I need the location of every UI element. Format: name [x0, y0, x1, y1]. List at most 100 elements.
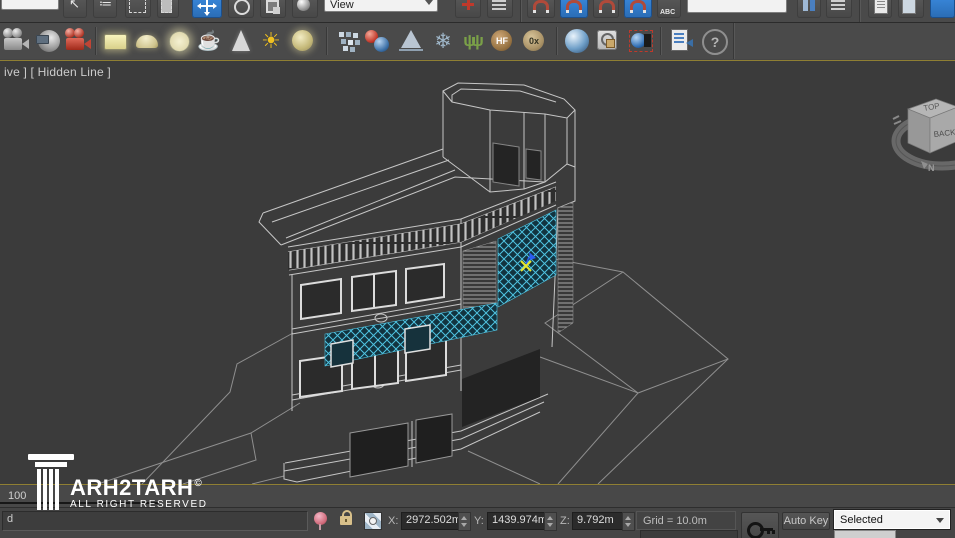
- plane-light-button[interactable]: [100, 26, 130, 56]
- percent-snap-button[interactable]: [593, 0, 619, 18]
- select-by-name-button[interactable]: ≔: [93, 0, 117, 18]
- sphere-light-button[interactable]: [288, 26, 318, 56]
- help-button[interactable]: ?: [699, 26, 729, 56]
- mini-camera-icon: [36, 35, 49, 44]
- z-spinner[interactable]: [622, 512, 635, 531]
- render-setup-button[interactable]: [594, 26, 624, 56]
- magnet-spinner-icon: [630, 0, 646, 12]
- selection-filter-dropdown[interactable]: Selected: [834, 510, 950, 529]
- auto-key-button[interactable]: Auto Key: [782, 512, 830, 530]
- layers-icon: [831, 0, 845, 10]
- camera-sphere-button[interactable]: [34, 26, 64, 56]
- curve-editor-button[interactable]: [930, 0, 955, 18]
- spinner-snap-button[interactable]: [624, 0, 652, 18]
- column-logo: [28, 454, 74, 510]
- move-cross-icon: [192, 0, 222, 18]
- disc-light-button[interactable]: [164, 26, 194, 56]
- end-frame-label: 100: [8, 490, 26, 502]
- viewcube[interactable]: TOP BACK N: [893, 99, 955, 173]
- viewcube-north-label[interactable]: N: [928, 163, 935, 173]
- camera-red-button[interactable]: [64, 26, 94, 56]
- camera-gray-button[interactable]: [2, 26, 32, 56]
- magnet-angle-icon: [566, 0, 582, 12]
- select-object-button[interactable]: ↖: [63, 0, 87, 18]
- chevron-down-icon: [936, 518, 944, 523]
- pyramid-icon: [401, 30, 421, 48]
- prompt-line[interactable]: d: [2, 511, 308, 531]
- select-and-rotate-button[interactable]: [228, 0, 254, 18]
- selection-lock-icon[interactable]: [340, 516, 352, 525]
- rectangular-selection-button[interactable]: [125, 0, 151, 18]
- selection-filter-value: Selected: [840, 514, 883, 526]
- cone-button[interactable]: [226, 26, 256, 56]
- y-spinner[interactable]: [544, 512, 557, 531]
- cone-icon: [232, 30, 250, 51]
- grass-icon: ψψ: [456, 26, 486, 56]
- reference-coordinate-combo[interactable]: View: [324, 0, 438, 12]
- magnet-percent-icon: [599, 0, 615, 12]
- atmospheric-gizmo-button[interactable]: [396, 26, 426, 56]
- foliage-button[interactable]: ψψ: [456, 26, 486, 56]
- dynamics-button[interactable]: [362, 26, 392, 56]
- watermark-subtitle: ALL RIGHT RESERVED: [70, 499, 208, 510]
- spiky-ball-icon: ❄: [428, 26, 458, 56]
- y-coordinate-field[interactable]: 1439.974m: [487, 512, 548, 530]
- absolute-mode-icon[interactable]: [364, 512, 382, 530]
- select-and-move-button[interactable]: [192, 0, 222, 18]
- hair-fur-button[interactable]: HF: [487, 26, 517, 56]
- select-and-manipulate-button[interactable]: [455, 0, 481, 18]
- magnet-icon: [533, 0, 549, 12]
- window-crossing-icon: [161, 0, 172, 13]
- sun-light-button[interactable]: ☀: [256, 26, 286, 56]
- rotate-icon: [234, 0, 250, 15]
- glow-disc-icon: [169, 31, 190, 52]
- z-label: Z:: [560, 515, 570, 527]
- viewport-label[interactable]: ive ] [ Hidden Line ]: [4, 65, 111, 79]
- window-crossing-button[interactable]: [157, 0, 179, 18]
- dome-light-button[interactable]: [132, 26, 162, 56]
- louver-strip: [558, 202, 573, 333]
- 3dsmax-window: ↖ ≔ View ABC: [0, 0, 955, 538]
- layer-manager-button[interactable]: [826, 0, 852, 18]
- y-label: Y:: [474, 515, 484, 527]
- render-region-icon: [629, 30, 653, 52]
- snaps-toggle-button[interactable]: [527, 0, 555, 18]
- z-coordinate-field[interactable]: 9.792m: [572, 512, 626, 530]
- perspective-viewport[interactable]: TOP BACK N ive ] [ Hidden Line ]: [0, 60, 955, 485]
- ox-button[interactable]: 0x: [519, 26, 549, 56]
- use-pivot-center-button[interactable]: [292, 0, 318, 18]
- x-coordinate-field[interactable]: 2972.502m: [401, 512, 462, 530]
- cropped-bottom-row: [0, 530, 955, 538]
- batch-render-button[interactable]: [667, 26, 697, 56]
- keyboard-icon: [492, 0, 506, 10]
- selection-filter-combo[interactable]: [1, 0, 59, 10]
- angle-snap-button[interactable]: [560, 0, 588, 18]
- keyboard-override-button[interactable]: [487, 0, 513, 18]
- watermark-title: ARH2TARH: [70, 475, 193, 500]
- teapot-icon: ☕: [194, 26, 224, 56]
- select-and-scale-button[interactable]: [260, 0, 286, 18]
- dome-icon: [136, 35, 158, 48]
- particle-array-button[interactable]: [334, 26, 364, 56]
- mirror-button[interactable]: [797, 0, 821, 18]
- noise-ball-button[interactable]: ❄: [428, 26, 458, 56]
- sun-icon: ☀: [256, 26, 286, 56]
- pivot-sphere-icon: [297, 0, 310, 11]
- scene-explorer-button[interactable]: [868, 0, 892, 18]
- x-spinner[interactable]: [458, 512, 471, 531]
- reference-coordinate-value: View: [330, 0, 354, 11]
- edit-named-selections-button[interactable]: ABC: [657, 0, 681, 18]
- material-editor-button[interactable]: [562, 26, 592, 56]
- help-icon: ?: [702, 29, 728, 55]
- render-region-button[interactable]: [626, 26, 656, 56]
- hf-label: HF: [487, 26, 517, 56]
- isolate-selection-icon[interactable]: [314, 512, 327, 525]
- building-wireframe: TOP BACK N: [0, 61, 955, 484]
- x-label: X:: [388, 515, 398, 527]
- named-selection-sets-combo[interactable]: [687, 0, 787, 13]
- teapot-button[interactable]: ☕: [194, 26, 224, 56]
- penthouse-openings: [493, 143, 541, 186]
- render-setup-icon: [597, 30, 617, 50]
- rect-light-icon: [104, 34, 127, 50]
- toggle-ribbon-button[interactable]: [898, 0, 924, 18]
